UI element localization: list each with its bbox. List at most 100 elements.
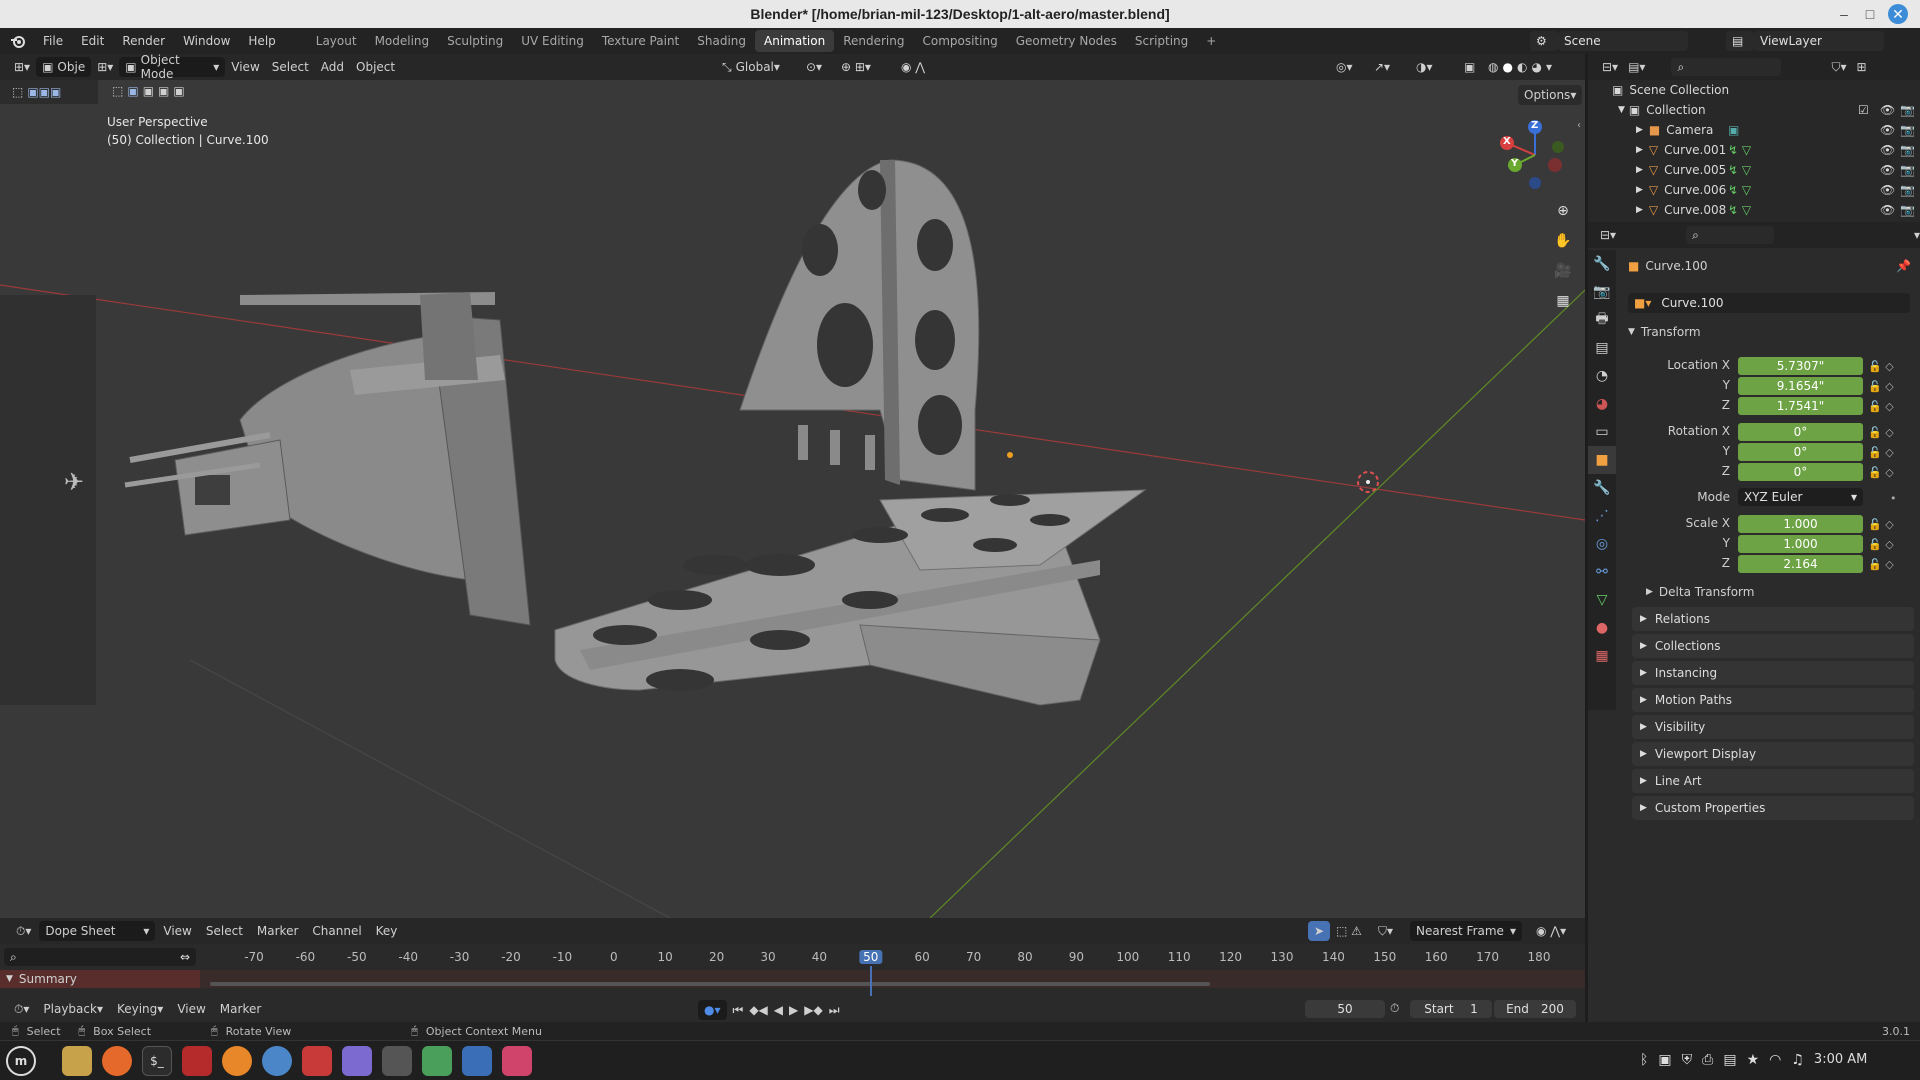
tab-texture-paint[interactable]: Texture Paint — [593, 30, 688, 52]
tab-sculpting[interactable]: Sculpting — [438, 30, 512, 52]
collection-row[interactable]: ▼ ▣ Collection ☑ 👁 📷 — [1588, 100, 1920, 120]
lock-icon[interactable]: 🔓 ◇ — [1868, 397, 1897, 417]
outliner-item-curve-005[interactable]: ▶ ▽ Curve.005 ↯ ▽ 👁 📷 — [1588, 160, 1920, 180]
location-x-field[interactable]: 5.7307" — [1738, 357, 1863, 375]
proportional-edit-icon[interactable]: ◉ ⋀ — [895, 57, 931, 77]
shading-modes[interactable]: ◍ ● ◐ ◕ ▾ — [1482, 57, 1558, 77]
outliner-item-camera[interactable]: ▶ ■ Camera ▣ 👁 📷 — [1588, 120, 1920, 140]
scene-selector-icon[interactable]: ⚙ — [1530, 31, 1558, 51]
tab-geometry-nodes[interactable]: Geometry Nodes — [1007, 30, 1126, 52]
rotation-x-field[interactable]: 0° — [1738, 423, 1863, 441]
tab-layout[interactable]: Layout — [307, 30, 366, 52]
snap-mode-dropdown[interactable]: Nearest Frame ▾ — [1410, 921, 1522, 941]
particles-tab-icon[interactable]: ⋰ — [1588, 502, 1616, 530]
properties-editor-icon[interactable]: ⊟▾ — [1600, 228, 1616, 242]
terminal-icon[interactable]: $_ — [142, 1046, 172, 1076]
blender-taskbar-icon[interactable] — [222, 1046, 252, 1076]
select-tweak-icon[interactable]: ⬚ — [12, 85, 23, 99]
scene-tab-icon[interactable]: ◔ — [1588, 362, 1616, 390]
tab-modeling[interactable]: Modeling — [366, 30, 439, 52]
collection-visibility-icon[interactable]: 👁 — [1880, 103, 1895, 117]
select-mode-icons[interactable]: ▣▣▣ — [27, 85, 61, 99]
menu-help[interactable]: Help — [239, 28, 284, 54]
scale-z-field[interactable]: 2.164 — [1738, 555, 1863, 573]
tl-menu-view[interactable]: View — [171, 999, 211, 1019]
outliner-item-curve-006[interactable]: ▶ ▽ Curve.006 ↯ ▽ 👁 📷 — [1588, 180, 1920, 200]
lock-icon[interactable]: 🔓 ◇ — [1868, 377, 1897, 397]
lock-icon[interactable]: 🔓 ◇ — [1868, 555, 1897, 575]
render-icon[interactable]: 📷 — [1900, 123, 1915, 137]
play-icon[interactable]: ▶ — [789, 1003, 798, 1017]
camera-data-icon[interactable]: ▣ — [1728, 123, 1739, 137]
prev-keyframe-icon[interactable]: ◆◀ — [749, 1003, 767, 1017]
transform-panel-header[interactable]: ▼ Transform — [1628, 325, 1701, 339]
screenshot-icon[interactable] — [462, 1046, 492, 1076]
outliner-filter-icon[interactable]: ⛉▾ — [1831, 60, 1846, 75]
play-reverse-icon[interactable]: ◀ — [774, 1003, 783, 1017]
object-tab-icon[interactable]: ■ — [1588, 446, 1616, 474]
files-icon[interactable] — [62, 1046, 92, 1076]
solid-shading-icon[interactable]: ● — [1502, 60, 1512, 74]
snap-icon[interactable]: ⊕ ⊞▾ — [835, 57, 877, 77]
properties-search[interactable]: ⌕ — [1686, 226, 1774, 244]
os-menu-icon[interactable]: m — [6, 1046, 36, 1076]
render-icon[interactable]: 📷 — [1900, 183, 1915, 197]
select-invert-icon[interactable]: ▣ — [173, 84, 184, 98]
panel-relations[interactable]: ▶ Relations — [1632, 607, 1914, 631]
tab-shading[interactable]: Shading — [688, 30, 755, 52]
editor-type-icon[interactable]: ⊞▾ — [8, 57, 36, 77]
output-tab-icon[interactable]: 🖶 — [1588, 306, 1616, 334]
gizmo-toggle-icon[interactable]: ↗▾ — [1368, 57, 1396, 77]
delta-transform-subpanel[interactable]: ▶ Delta Transform — [1646, 585, 1754, 599]
pan-hand-icon[interactable]: ✋ — [1550, 228, 1576, 254]
menu-edit[interactable]: Edit — [72, 28, 113, 54]
properties-options-icon[interactable]: ▾ — [1914, 228, 1920, 242]
settings-toggle-icon[interactable] — [422, 1046, 452, 1076]
orientation-dropdown[interactable]: ⤡ Global ▾ — [716, 57, 786, 77]
view-layer-field[interactable]: ViewLayer — [1754, 31, 1884, 51]
modifier-tab-icon[interactable]: 🔧 — [1588, 474, 1616, 502]
menu-render[interactable]: Render — [113, 28, 174, 54]
tl-menu-keying[interactable]: Keying ▾ — [111, 999, 169, 1019]
dopesheet-scrollbar[interactable] — [210, 982, 1210, 986]
firefox-icon[interactable] — [102, 1046, 132, 1076]
panel-viewport-display[interactable]: ▶ Viewport Display — [1632, 742, 1914, 766]
vp-menu-select[interactable]: Select — [266, 57, 315, 77]
material-shading-icon[interactable]: ◐ — [1517, 60, 1527, 74]
end-frame-field[interactable]: End 200 — [1494, 1000, 1576, 1018]
collection-tab-icon[interactable]: ▭ — [1588, 418, 1616, 446]
3d-viewport[interactable]: User Perspective (50) Collection | Curve… — [0, 80, 1585, 918]
data-tab-icon[interactable]: ▽ — [1588, 586, 1616, 614]
tl-menu-playback[interactable]: Playback ▾ — [37, 999, 109, 1019]
panel-visibility[interactable]: ▶ Visibility — [1632, 715, 1914, 739]
text-editor-icon[interactable] — [342, 1046, 372, 1076]
start-frame-field[interactable]: Start 1 — [1410, 1000, 1492, 1018]
lock-icon[interactable]: 🔓 ◇ — [1868, 463, 1897, 483]
outliner-new-collection-icon[interactable]: ⊞ — [1856, 60, 1866, 74]
lock-icon[interactable]: 🔓 ◇ — [1868, 535, 1897, 555]
outliner-item-curve-001[interactable]: ▶ ▽ Curve.001 ↯ ▽ 👁 📷 — [1588, 140, 1920, 160]
clock-text[interactable]: 3:00 AM — [1814, 1052, 1867, 1068]
menu-window[interactable]: Window — [174, 28, 239, 54]
camera-view-icon[interactable]: 🎥 — [1550, 258, 1576, 284]
pin-icon[interactable]: 📌 — [1896, 259, 1911, 273]
visibility-icon[interactable]: 👁 — [1880, 163, 1895, 177]
image-viewer-icon[interactable] — [502, 1046, 532, 1076]
expand-icon[interactable]: ▶ — [1636, 185, 1643, 195]
select-new-icon[interactable]: ▣ — [127, 84, 138, 98]
world-tab-icon[interactable]: ◕ — [1588, 390, 1616, 418]
scale-x-field[interactable]: 1.000 — [1738, 515, 1863, 533]
view-layer-icon[interactable]: ▤ — [1726, 31, 1754, 51]
wifi-icon[interactable]: ◠ — [1769, 1052, 1781, 1068]
tab-compositing[interactable]: Compositing — [913, 30, 1006, 52]
constraints-tab-icon[interactable]: ⚯ — [1588, 558, 1616, 586]
select-box-icon[interactable]: ⬚ — [112, 84, 123, 98]
render-icon[interactable]: 📷 — [1900, 143, 1915, 157]
lock-icon[interactable]: 🔓 ◇ — [1868, 357, 1897, 377]
pivot-icon[interactable]: ⊙▾ — [800, 57, 828, 77]
tab-scripting[interactable]: Scripting — [1126, 30, 1197, 52]
tab-uv-editing[interactable]: UV Editing — [512, 30, 593, 52]
rendered-shading-icon[interactable]: ◕ — [1531, 60, 1541, 74]
modifier-icon[interactable]: ↯ ▽ — [1728, 163, 1751, 177]
expand-icon[interactable]: ▶ — [1636, 125, 1643, 135]
